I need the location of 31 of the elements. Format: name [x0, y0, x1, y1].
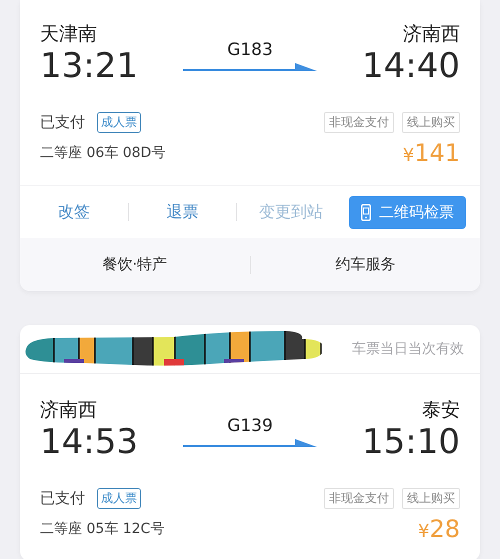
arrival-time: 15:10 [362, 422, 460, 462]
action-link[interactable]: 改签 [20, 202, 128, 222]
departure-time: 13:21 [40, 46, 138, 86]
ticket-tag: 线上购买 [402, 112, 460, 133]
arrival-time: 14:40 [362, 46, 460, 86]
ticket-type-tag: 成人票 [97, 112, 141, 133]
train-number: G183 [227, 40, 273, 60]
arrow-icon [183, 62, 317, 72]
arrow-icon [183, 438, 317, 448]
action-link[interactable]: 退票 [128, 202, 236, 222]
qr-check-button[interactable]: 二维码检票 [349, 196, 466, 228]
arrival-station: 济南西 [403, 22, 460, 46]
train-number: G139 [227, 416, 273, 436]
seat-info: 二等座 06车 08D号 [40, 144, 166, 162]
ticket-tag: 线上购买 [402, 488, 460, 509]
validity-note: 车票当日当次有效 [352, 340, 464, 358]
payment-status: 已支付 [40, 113, 85, 132]
ticket-type-tag: 成人票 [97, 488, 141, 509]
ticket-price: ¥28 [418, 515, 460, 543]
departure-station: 天津南 [40, 22, 97, 46]
service-link[interactable]: 约车服务 [250, 255, 480, 274]
departure-time: 14:53 [40, 422, 138, 462]
ticket-price: ¥141 [402, 139, 460, 167]
phone-icon [361, 204, 372, 220]
arrival-station: 泰安 [422, 398, 460, 422]
ticket-tag: 非现金支付 [324, 488, 394, 509]
payment-status: 已支付 [40, 489, 85, 508]
ticket-tag: 非现金支付 [324, 112, 394, 133]
seat-info: 二等座 05车 12C号 [40, 520, 164, 538]
departure-station: 济南西 [40, 398, 97, 422]
service-link[interactable]: 餐饮·特产 [20, 255, 250, 274]
